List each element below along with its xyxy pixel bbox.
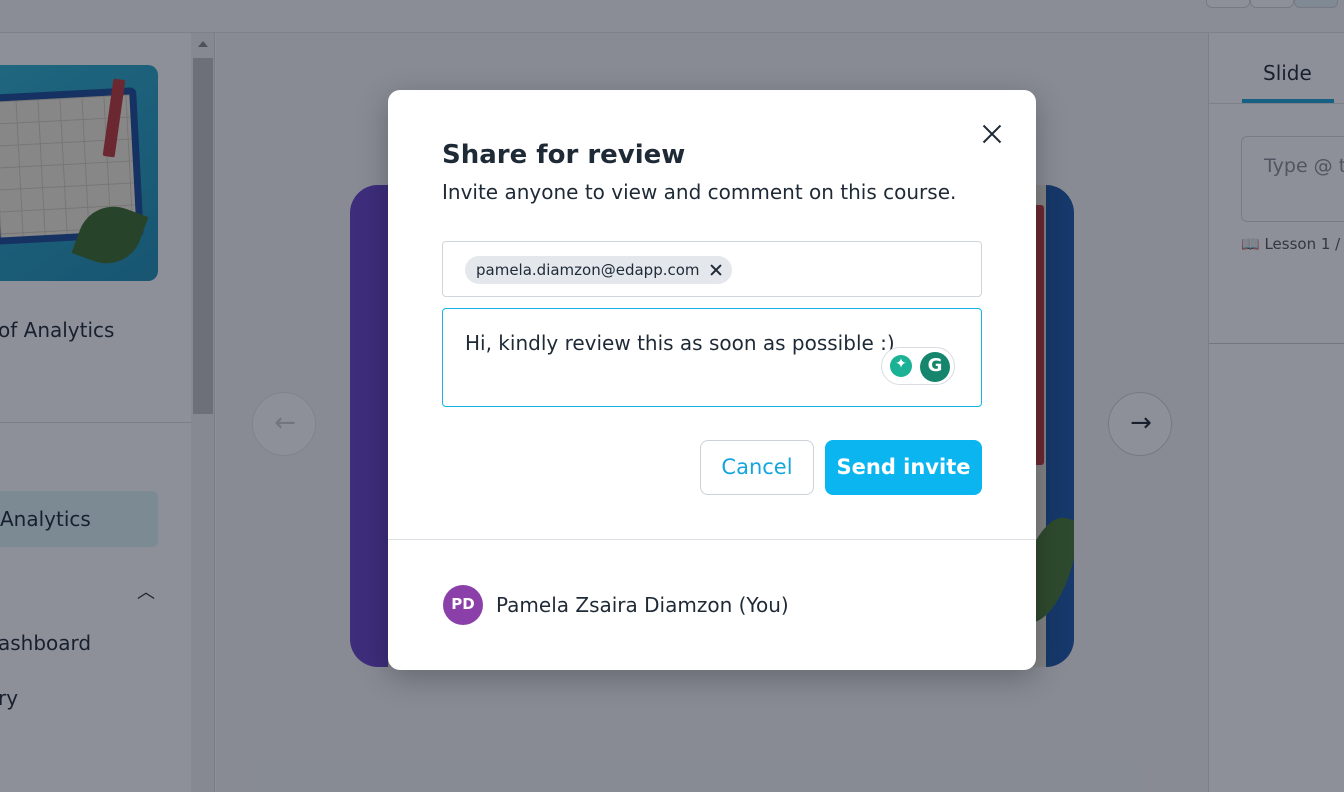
grammarly-glyph: G <box>927 355 943 376</box>
dialog-subtitle: Invite anyone to view and comment on thi… <box>442 180 957 204</box>
email-recipients-input[interactable]: pamela.diamzon@edapp.com <box>442 241 982 297</box>
member-name: Pamela Zsaira Diamzon (You) <box>496 593 789 617</box>
grammarly-widget[interactable]: ✦ G <box>881 347 955 385</box>
send-invite-button[interactable]: Send invite <box>825 440 982 495</box>
share-for-review-dialog: Share for review Invite anyone to view a… <box>388 90 1036 670</box>
message-textarea[interactable]: Hi, kindly review this as soon as possib… <box>442 308 982 407</box>
email-chip-label: pamela.diamzon@edapp.com <box>476 261 700 279</box>
lightbulb-glyph: ✦ <box>895 356 907 372</box>
close-icon[interactable] <box>978 120 1006 148</box>
cancel-button[interactable]: Cancel <box>700 440 814 495</box>
email-chip: pamela.diamzon@edapp.com <box>465 256 732 284</box>
lightbulb-icon[interactable]: ✦ <box>890 355 912 377</box>
dialog-divider <box>388 539 1036 540</box>
remove-chip-icon[interactable] <box>710 264 722 276</box>
avatar-initials: PD <box>451 595 475 613</box>
message-text: Hi, kindly review this as soon as possib… <box>465 331 895 355</box>
grammarly-logo-icon[interactable]: G <box>920 352 950 382</box>
dialog-title: Share for review <box>442 140 686 170</box>
avatar: PD <box>443 585 483 625</box>
